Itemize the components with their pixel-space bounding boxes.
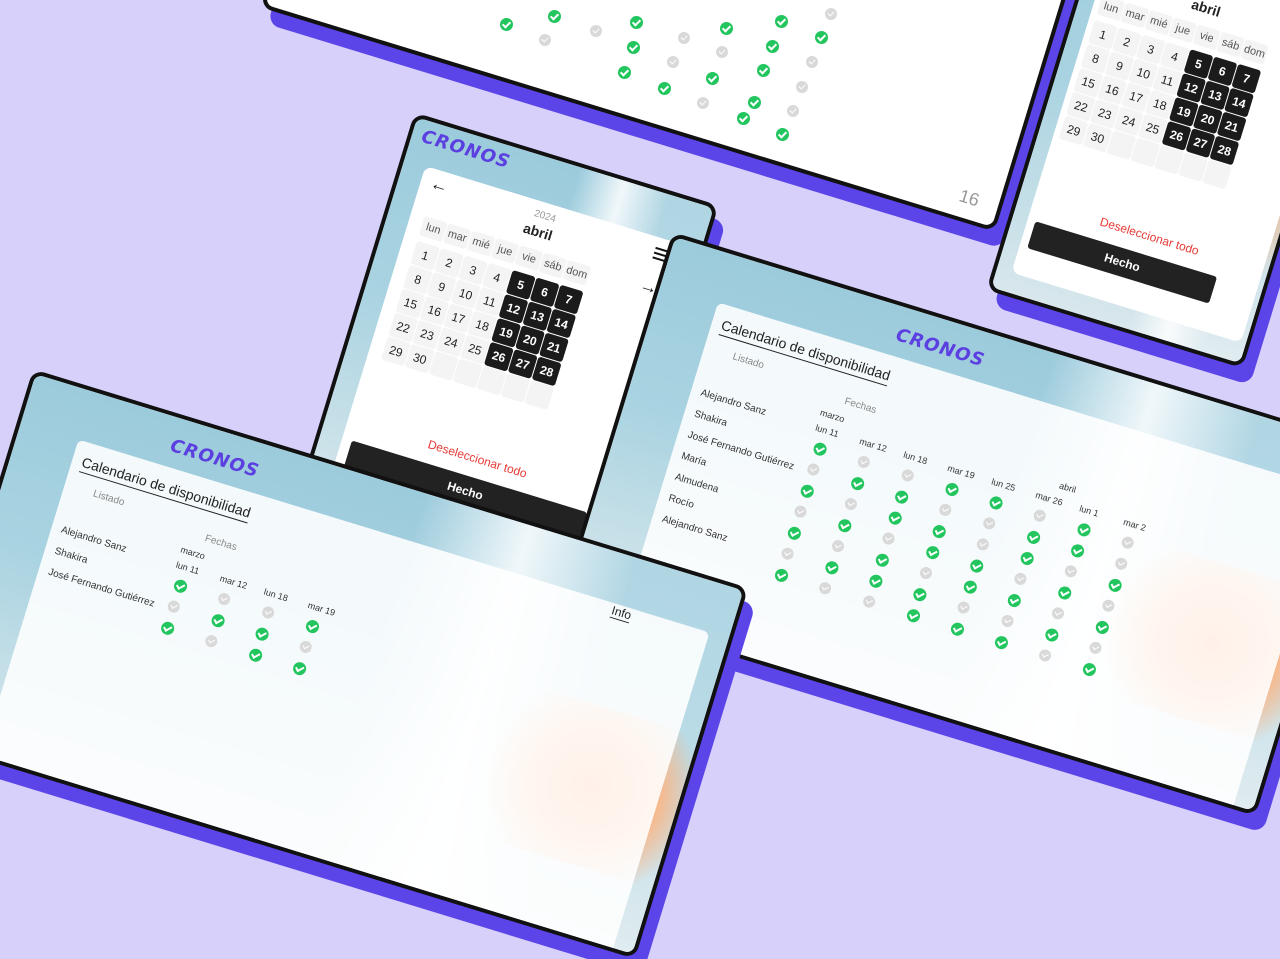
available-check-icon[interactable] bbox=[949, 621, 966, 638]
date-header: mar 19 bbox=[306, 600, 337, 618]
date-header: lun 18 bbox=[262, 586, 290, 604]
unavailable-check-icon[interactable] bbox=[1100, 598, 1116, 614]
unavailable-check-icon[interactable] bbox=[1063, 563, 1079, 579]
unavailable-check-icon[interactable] bbox=[918, 565, 934, 581]
date-header: lun 11 bbox=[814, 422, 841, 440]
available-check-icon[interactable] bbox=[849, 475, 866, 492]
weekday-label: dom bbox=[562, 259, 592, 286]
unavailable-check-icon[interactable] bbox=[1050, 605, 1066, 621]
available-check-icon[interactable] bbox=[867, 573, 885, 590]
available-check-icon[interactable] bbox=[987, 494, 1005, 512]
available-check-icon[interactable] bbox=[786, 525, 803, 542]
month-label: marzo bbox=[818, 407, 846, 425]
available-check-icon[interactable] bbox=[962, 578, 979, 596]
available-check-icon[interactable] bbox=[1006, 592, 1023, 609]
available-check-icon[interactable] bbox=[304, 618, 321, 635]
unavailable-check-icon[interactable] bbox=[216, 591, 232, 607]
date-header: mar 2 bbox=[1122, 516, 1148, 534]
available-check-icon[interactable] bbox=[1075, 521, 1093, 538]
unavailable-check-icon[interactable] bbox=[830, 538, 846, 554]
unavailable-check-icon[interactable] bbox=[166, 599, 182, 615]
person-name: María bbox=[679, 450, 708, 469]
calendar-month: abril bbox=[1189, 0, 1223, 20]
person-name: Alejandro Sanz bbox=[660, 513, 729, 545]
date-header: mar 26 bbox=[1034, 489, 1064, 508]
unavailable-check-icon[interactable] bbox=[1000, 613, 1016, 629]
available-check-icon[interactable] bbox=[911, 586, 929, 603]
person-name: Shakira bbox=[53, 545, 89, 567]
available-check-icon[interactable] bbox=[874, 552, 891, 569]
available-check-icon[interactable] bbox=[1081, 661, 1098, 678]
unavailable-check-icon[interactable] bbox=[861, 594, 877, 610]
available-check-icon[interactable] bbox=[1019, 550, 1036, 567]
date-header: mar 12 bbox=[858, 436, 888, 454]
month-label: marzo bbox=[179, 544, 207, 562]
unavailable-check-icon[interactable] bbox=[856, 454, 872, 470]
available-check-icon[interactable] bbox=[811, 441, 829, 458]
weekday-label: dom bbox=[1240, 38, 1269, 66]
available-check-icon[interactable] bbox=[887, 510, 904, 527]
available-check-icon[interactable] bbox=[172, 578, 189, 595]
unavailable-check-icon[interactable] bbox=[817, 580, 833, 596]
available-check-icon[interactable] bbox=[905, 607, 922, 624]
available-check-icon[interactable] bbox=[968, 557, 985, 575]
unavailable-check-icon[interactable] bbox=[937, 502, 953, 518]
dates-label: Fechas bbox=[203, 533, 239, 554]
unavailable-check-icon[interactable] bbox=[805, 462, 821, 478]
dates-label: Fechas bbox=[843, 395, 878, 417]
unavailable-check-icon[interactable] bbox=[843, 496, 859, 512]
unavailable-check-icon[interactable] bbox=[1120, 535, 1136, 551]
available-check-icon[interactable] bbox=[773, 567, 790, 584]
person-name: Shakira bbox=[692, 408, 729, 430]
person-name: Almudena bbox=[673, 471, 720, 496]
available-check-icon[interactable] bbox=[1094, 619, 1111, 636]
unavailable-check-icon[interactable] bbox=[298, 639, 314, 655]
unavailable-check-icon[interactable] bbox=[880, 531, 896, 547]
date-header: lun 1 bbox=[1078, 503, 1100, 519]
available-check-icon[interactable] bbox=[1056, 584, 1073, 602]
date-header: lun 18 bbox=[902, 449, 929, 467]
unavailable-check-icon[interactable] bbox=[981, 515, 997, 531]
available-check-icon[interactable] bbox=[931, 523, 948, 540]
list-label: Listado bbox=[731, 351, 766, 372]
available-check-icon[interactable] bbox=[209, 612, 227, 629]
unavailable-check-icon[interactable] bbox=[956, 600, 972, 616]
date-header: mar 12 bbox=[218, 573, 249, 591]
back-arrow-icon[interactable]: ← bbox=[428, 173, 451, 198]
unavailable-check-icon[interactable] bbox=[203, 633, 219, 649]
date-header: lun 25 bbox=[990, 476, 1017, 494]
unavailable-check-icon[interactable] bbox=[780, 546, 796, 562]
person-name: Rocío bbox=[667, 492, 696, 511]
available-check-icon[interactable] bbox=[893, 488, 910, 506]
available-check-icon[interactable] bbox=[1043, 626, 1060, 644]
available-check-icon[interactable] bbox=[943, 481, 961, 498]
available-check-icon[interactable] bbox=[159, 620, 176, 637]
unavailable-check-icon[interactable] bbox=[1113, 556, 1129, 572]
unavailable-check-icon[interactable] bbox=[1037, 647, 1053, 663]
date-header: lun 11 bbox=[174, 559, 201, 577]
available-check-icon[interactable] bbox=[1025, 529, 1042, 546]
available-check-icon[interactable] bbox=[291, 660, 308, 677]
unavailable-check-icon[interactable] bbox=[975, 536, 991, 552]
date-header: mar 19 bbox=[946, 463, 976, 481]
person-name: José Fernando Gutiérrez bbox=[46, 566, 156, 610]
available-check-icon[interactable] bbox=[247, 647, 264, 664]
available-check-icon[interactable] bbox=[993, 634, 1010, 651]
month-label: abril bbox=[1058, 480, 1078, 495]
available-check-icon[interactable] bbox=[1069, 542, 1086, 560]
unavailable-check-icon[interactable] bbox=[260, 605, 276, 620]
available-check-icon[interactable] bbox=[924, 544, 941, 561]
availability-panel: Calendario de disponibilidad Listado Fec… bbox=[618, 302, 1280, 815]
unavailable-check-icon[interactable] bbox=[900, 467, 916, 483]
available-check-icon[interactable] bbox=[253, 626, 271, 643]
unavailable-check-icon[interactable] bbox=[1012, 571, 1028, 587]
list-label: Listado bbox=[91, 488, 126, 509]
unavailable-check-icon[interactable] bbox=[792, 504, 808, 520]
unavailable-check-icon[interactable] bbox=[1032, 508, 1048, 524]
available-check-icon[interactable] bbox=[836, 517, 853, 534]
unavailable-check-icon[interactable] bbox=[1088, 640, 1104, 656]
available-check-icon[interactable] bbox=[823, 559, 841, 576]
available-check-icon[interactable] bbox=[1107, 577, 1124, 594]
available-check-icon[interactable] bbox=[799, 483, 816, 500]
